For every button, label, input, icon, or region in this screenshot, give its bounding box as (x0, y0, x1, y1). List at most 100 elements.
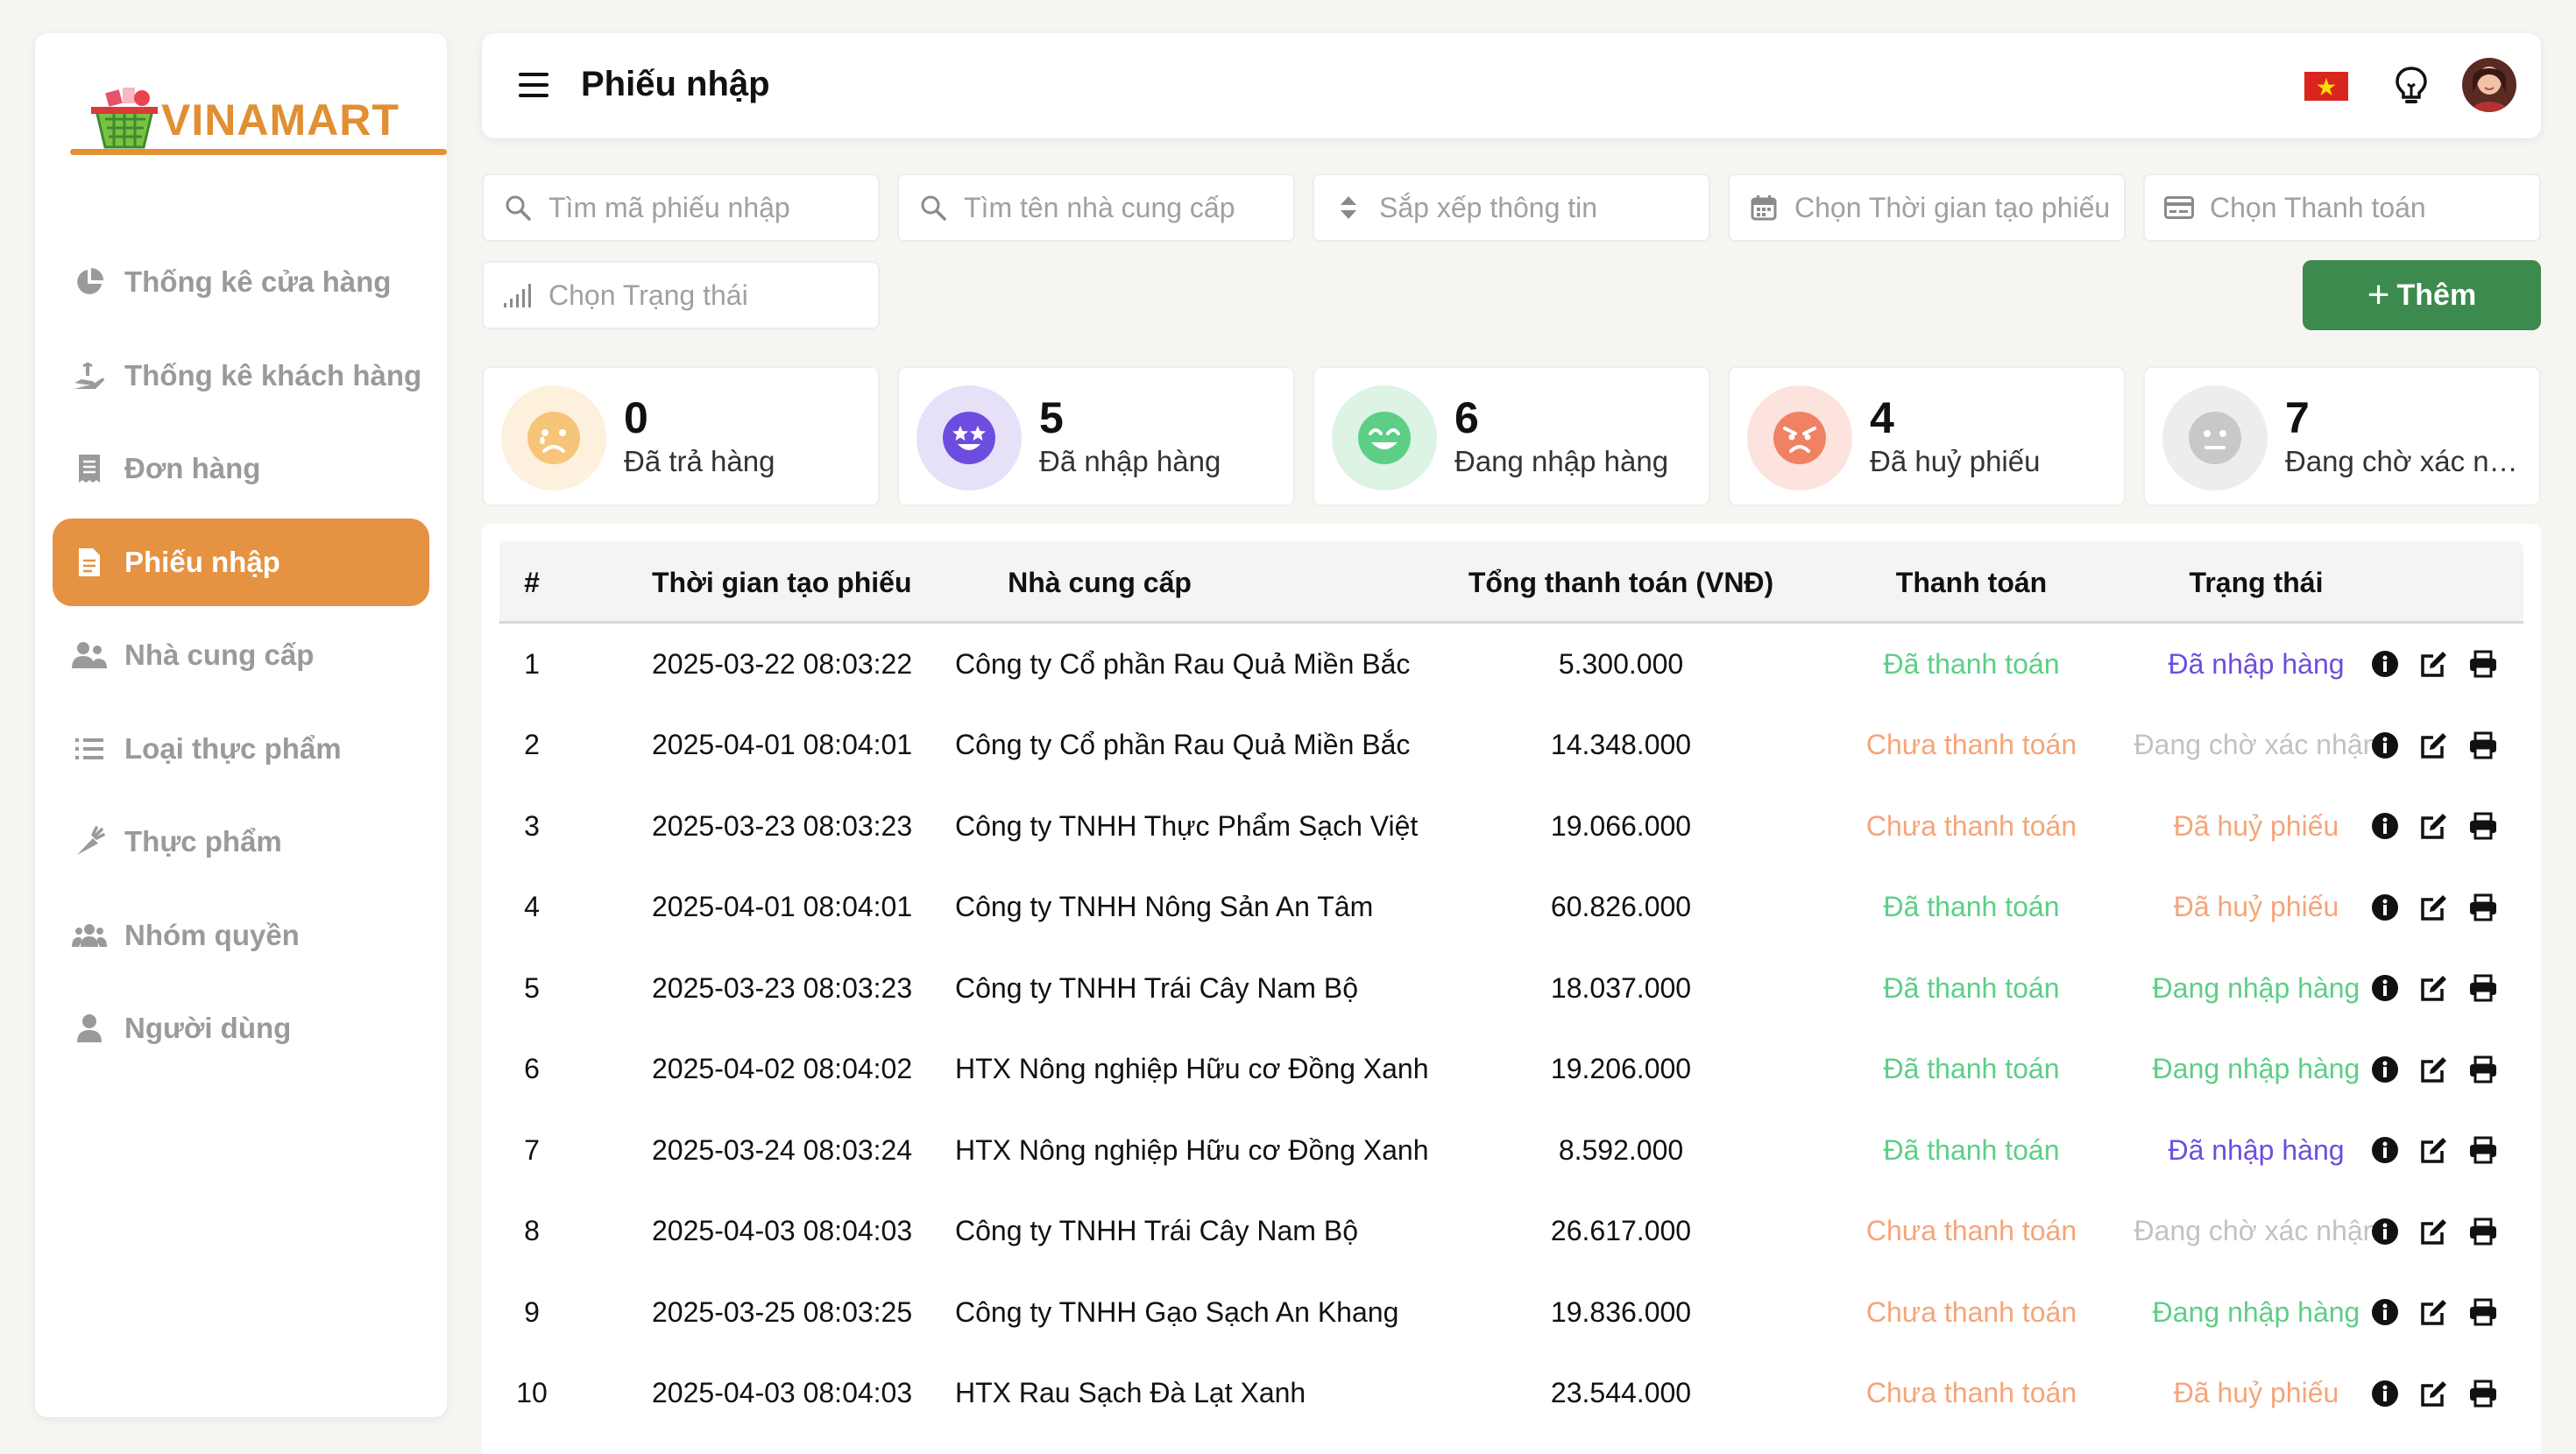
stat-label: Đã nhập hàng (1039, 445, 1221, 477)
status-select[interactable]: Chọn Trạng thái (482, 261, 880, 329)
print-icon[interactable] (2467, 892, 2499, 923)
search-code-input[interactable]: Tìm mã phiếu nhập (482, 173, 880, 242)
sidebar-item-thuc-pham[interactable]: Thực phẩm (53, 798, 429, 886)
date-select[interactable]: Chọn Thời gian tạo phiếu (1728, 173, 2126, 242)
sidebar-item-label: Thống kê khách hàng (124, 358, 422, 392)
info-icon[interactable] (2369, 1296, 2401, 1328)
sidebar-item-phieu-nhap[interactable]: Phiếu nhập (53, 518, 429, 606)
info-icon[interactable] (2369, 1054, 2401, 1085)
sidebar-item-label: Thực phẩm (124, 825, 282, 858)
sidebar-item-don-hang[interactable]: Đơn hàng (53, 425, 429, 512)
edit-icon[interactable] (2418, 1216, 2450, 1247)
stat-label: Đang chờ xác nhận (2285, 445, 2530, 477)
brand-logo[interactable]: VINAMART (53, 51, 447, 170)
smile-face-icon (1332, 385, 1437, 491)
table-row[interactable]: 7 2025-03-24 08:03:24 HTX Nông nghiệp Hữu … (499, 1110, 2523, 1191)
table-row[interactable]: 3 2025-03-23 08:03:23 Công ty TNHH Thực Ph… (499, 786, 2523, 867)
edit-icon[interactable] (2418, 1378, 2450, 1409)
signal-bars-icon (503, 280, 533, 310)
edit-icon[interactable] (2418, 648, 2450, 680)
search-supplier-input[interactable]: Tìm tên nhà cung cấp (897, 173, 1295, 242)
edit-icon[interactable] (2418, 1054, 2450, 1085)
cell-payment: Chưa thanh toán (1865, 1377, 2077, 1409)
print-icon[interactable] (2467, 1296, 2499, 1328)
print-icon[interactable] (2467, 1134, 2499, 1166)
cell-index: 3 (524, 809, 540, 842)
sort-select[interactable]: Sắp xếp thông tin (1313, 173, 1710, 242)
hand-holding-icon (72, 358, 107, 393)
stat-label: Đang nhập hàng (1454, 445, 1669, 477)
sidebar-item-nha-cung-cap[interactable]: Nhà cung cấp (53, 611, 429, 699)
col-header-time: Thời gian tạo phiếu (652, 566, 912, 598)
stat-value: 4 (1870, 393, 1894, 442)
info-icon[interactable] (2369, 648, 2401, 680)
cell-supplier: HTX Rau Sạch Đà Lạt Xanh (955, 1377, 1306, 1409)
table-row[interactable]: 10 2025-04-03 08:04:03 HTX Rau Sạch Đà Lạt… (499, 1353, 2523, 1435)
neutral-face-icon (2162, 385, 2268, 491)
info-icon[interactable] (2369, 972, 2401, 1004)
cell-supplier: Công ty Cổ phần Rau Quả Miền Bắc (955, 647, 1411, 680)
table-row[interactable]: 5 2025-03-23 08:03:23 Công ty TNHH Trái Câ… (499, 948, 2523, 1029)
edit-icon[interactable] (2418, 730, 2450, 761)
table-row[interactable]: 2 2025-04-01 08:04:01 Công ty Cổ phần Rau … (499, 705, 2523, 787)
cell-supplier: Công ty TNHH Thực Phẩm Sạch Việt (955, 809, 1419, 842)
sad-face-icon (501, 385, 606, 491)
sidebar-item-nguoi-dung[interactable]: Người dùng (53, 985, 429, 1072)
table-row[interactable]: 8 2025-04-03 08:04:03 Công ty TNHH Trái Câ… (499, 1191, 2523, 1273)
sidebar-item-label: Thống kê cửa hàng (124, 265, 392, 298)
col-header-payment: Thanh toán (1895, 566, 2048, 598)
info-icon[interactable] (2369, 1378, 2401, 1409)
sidebar-item-thong-ke-khach-hang[interactable]: Thống kê khách hàng (53, 332, 429, 420)
print-icon[interactable] (2467, 1054, 2499, 1085)
stat-card[interactable]: 4 Đã huỷ phiếu (1728, 366, 2126, 506)
print-icon[interactable] (2467, 1216, 2499, 1247)
edit-icon[interactable] (2418, 810, 2450, 842)
cell-time: 2025-04-03 08:04:03 (652, 1215, 913, 1247)
sidebar-item-nhom-quyen[interactable]: Nhóm quyền (53, 892, 429, 979)
edit-icon[interactable] (2418, 972, 2450, 1004)
info-icon[interactable] (2369, 892, 2401, 923)
col-header-index: # (524, 566, 540, 598)
row-actions (2369, 705, 2499, 787)
sidebar-item-loai-thuc-pham[interactable]: Loại thực phẩm (53, 705, 429, 793)
print-icon[interactable] (2467, 730, 2499, 761)
row-actions (2369, 1353, 2499, 1435)
user-avatar[interactable] (2462, 58, 2516, 112)
row-actions (2369, 1272, 2499, 1353)
table-row[interactable]: 1 2025-03-22 08:03:22 Công ty Cổ phần Rau … (499, 624, 2523, 705)
cell-index: 9 (524, 1295, 540, 1328)
print-icon[interactable] (2467, 972, 2499, 1004)
cell-supplier: Công ty TNHH Gạo Sạch An Khang (955, 1295, 1399, 1328)
table-row[interactable]: 6 2025-04-02 08:04:02 HTX Nông nghiệp Hữu … (499, 1029, 2523, 1111)
print-icon[interactable] (2467, 810, 2499, 842)
stat-card[interactable]: 6 Đang nhập hàng (1313, 366, 1710, 506)
table-row[interactable]: 4 2025-04-01 08:04:01 Công ty TNHH Nông Sả… (499, 867, 2523, 949)
sidebar: VINAMART Thống kê cửa hàng Thống kê khách… (35, 33, 447, 1417)
sidebar-item-thong-ke-cua-hang[interactable]: Thống kê cửa hàng (53, 238, 429, 326)
cell-index: 8 (524, 1215, 540, 1247)
info-icon[interactable] (2369, 730, 2401, 761)
table-row[interactable]: 9 2025-03-25 08:03:25 Công ty TNHH Gạo Sạc… (499, 1272, 2523, 1353)
print-icon[interactable] (2467, 648, 2499, 680)
info-icon[interactable] (2369, 1134, 2401, 1166)
stat-value: 7 (2285, 393, 2310, 442)
cell-total: 5.300.000 (1558, 647, 1684, 680)
info-icon[interactable] (2369, 810, 2401, 842)
vietnam-flag-icon[interactable] (2304, 72, 2348, 101)
edit-icon[interactable] (2418, 892, 2450, 923)
top-header: Phiếu nhập (482, 33, 2541, 138)
stat-card[interactable]: 7 Đang chờ xác nhận (2143, 366, 2541, 506)
cell-index: 1 (524, 647, 540, 680)
edit-icon[interactable] (2418, 1134, 2450, 1166)
payment-select[interactable]: Chọn Thanh toán (2143, 173, 2541, 242)
stat-card[interactable]: 0 Đã trả hàng (482, 366, 880, 506)
info-icon[interactable] (2369, 1216, 2401, 1247)
import-table: # Thời gian tạo phiếu Nhà cung cấp Tổng … (482, 524, 2541, 1454)
print-icon[interactable] (2467, 1378, 2499, 1409)
stat-card[interactable]: 5 Đã nhập hàng (897, 366, 1295, 506)
add-button[interactable]: + Thêm (2303, 260, 2541, 330)
sort-placeholder: Sắp xếp thông tin (1379, 191, 1598, 223)
edit-icon[interactable] (2418, 1296, 2450, 1328)
hamburger-menu-icon[interactable] (517, 70, 550, 100)
lightbulb-icon[interactable] (2392, 65, 2431, 107)
